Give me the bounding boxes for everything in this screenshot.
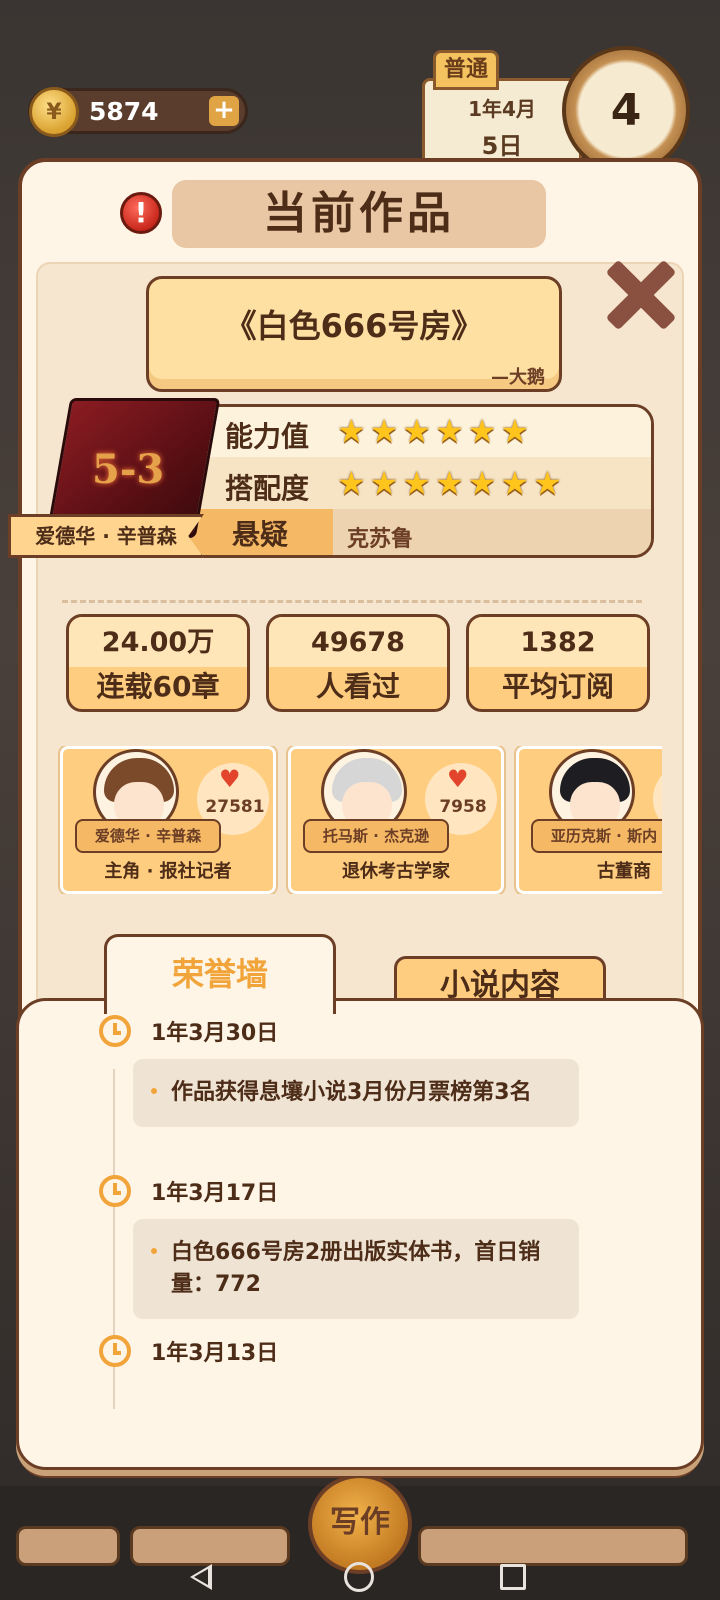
star-icon: ★ (369, 464, 399, 502)
genre-tag: 悬疑 (187, 509, 333, 555)
star-icon: ★ (467, 464, 497, 502)
protagonist-tag: 爱德华 · 辛普森 (8, 514, 204, 558)
timeline-date: 1年3月17日 (151, 1181, 279, 1206)
sub-genre: 克苏鲁 (347, 527, 414, 552)
match-row: 搭配度 ★ ★ ★ ★ ★ ★ ★ (187, 457, 651, 509)
clock-icon (99, 1175, 131, 1207)
alert-icon[interactable]: ! (120, 192, 162, 234)
match-label: 搭配度 (225, 472, 310, 505)
ability-row: 能力值 ★ ★ ★ ★ ★ ★ (187, 407, 651, 457)
divider (62, 600, 642, 603)
metric-value: 49678 (269, 617, 447, 667)
clock-icon (99, 1015, 131, 1047)
character-name: 托马斯 · 杰克逊 (303, 819, 449, 853)
star-icon: ★ (435, 464, 464, 502)
close-button[interactable] (604, 258, 674, 328)
book-cover-mark: 5-3 (92, 446, 165, 493)
character-list[interactable]: ♥ 27581 爱德华 · 辛普森 主角 · 报社记者 ♥ 7958 托马斯 ·… (58, 746, 662, 894)
star-icon: ★ (467, 412, 497, 450)
star-icon: ★ (369, 412, 399, 450)
heart-icon: ♥ (447, 765, 469, 793)
timeline-date: 1年3月30日 (151, 1021, 279, 1046)
metric-label: 人看过 (315, 670, 400, 703)
character-role: 退休考古学家 (342, 861, 450, 882)
coin-icon: ¥ (29, 87, 79, 137)
metric-value: 24.00万 (69, 617, 247, 667)
ability-stars: ★ ★ ★ ★ ★ ★ (337, 415, 529, 447)
character-fans: 27581 (205, 797, 265, 817)
character-role: 古董商 (597, 861, 651, 882)
metric-value: 1382 (469, 617, 647, 667)
add-coins-button[interactable]: + (209, 96, 239, 126)
metric-label: 平均订阅 (501, 670, 614, 703)
timeline-card: 作品获得息壤小说3月份月票榜第3名 (133, 1059, 579, 1127)
home-icon[interactable] (344, 1562, 374, 1592)
star-icon: ★ (402, 464, 432, 502)
character-name: 亚历克斯 · 斯内 (531, 819, 662, 853)
star-icon: ★ (500, 412, 530, 450)
calendar-day: 5日 (481, 132, 523, 160)
stats-box: 能力值 ★ ★ ★ ★ ★ ★ 搭配度 ★ ★ ★ ★ ★ ★ ★ 悬疑 克苏鲁 (184, 404, 654, 558)
character-name: 爱德华 · 辛普森 (75, 819, 221, 853)
dialog-title: 当前作品 (172, 180, 546, 248)
character-fans: 7958 (439, 797, 487, 817)
ability-label: 能力值 (225, 420, 310, 453)
star-icon: ★ (337, 412, 366, 450)
character-card[interactable]: 亚历克斯 · 斯内 古董商 (514, 746, 662, 894)
star-icon: ★ (337, 464, 366, 502)
book-title: 《白色666号房》 (224, 307, 484, 345)
book-author: —大鹅 (491, 367, 545, 388)
metric-card-subscriptions: 1382 平均订阅 (466, 614, 650, 712)
genre-row: 悬疑 克苏鲁 (187, 509, 651, 555)
metric-card-words: 24.00万 连载60章 (66, 614, 250, 712)
coin-value: 5874 (89, 97, 159, 126)
star-icon: ★ (402, 412, 432, 450)
recent-apps-icon[interactable] (500, 1564, 526, 1590)
honor-wall-panel[interactable]: 1年3月30日 作品获得息壤小说3月份月票榜第3名 1年3月17日 白色666号… (16, 998, 704, 1470)
character-card[interactable]: ♥ 7958 托马斯 · 杰克逊 退休考古学家 (286, 746, 506, 894)
calendar-year-month: 1年4月 (468, 97, 536, 121)
back-icon[interactable] (190, 1564, 212, 1590)
system-nav-bar (0, 1552, 720, 1600)
star-icon: ★ (500, 464, 530, 502)
clock-dial[interactable]: 4 (562, 46, 690, 174)
metric-label: 连载60章 (96, 670, 220, 703)
star-icon: ★ (533, 464, 562, 502)
book-title-box: 《白色666号房》 —大鹅 (146, 276, 562, 392)
timeline-card: 白色666号房2册出版实体书，首日销量：772 (133, 1219, 579, 1319)
metric-card-readers: 49678 人看过 (266, 614, 450, 712)
tab-honor-wall[interactable]: 荣誉墙 (104, 934, 336, 1014)
coin-counter: ¥ 5874 + (28, 87, 248, 137)
match-stars: ★ ★ ★ ★ ★ ★ ★ (337, 467, 562, 499)
star-icon: ★ (435, 412, 464, 450)
character-role: 主角 · 报社记者 (104, 861, 232, 882)
character-card[interactable]: ♥ 27581 爱德华 · 辛普森 主角 · 报社记者 (58, 746, 278, 894)
timeline-date: 1年3月13日 (151, 1341, 279, 1366)
difficulty-mode-tag: 普通 (433, 50, 499, 90)
clock-icon (99, 1335, 131, 1367)
heart-icon: ♥ (219, 765, 241, 793)
